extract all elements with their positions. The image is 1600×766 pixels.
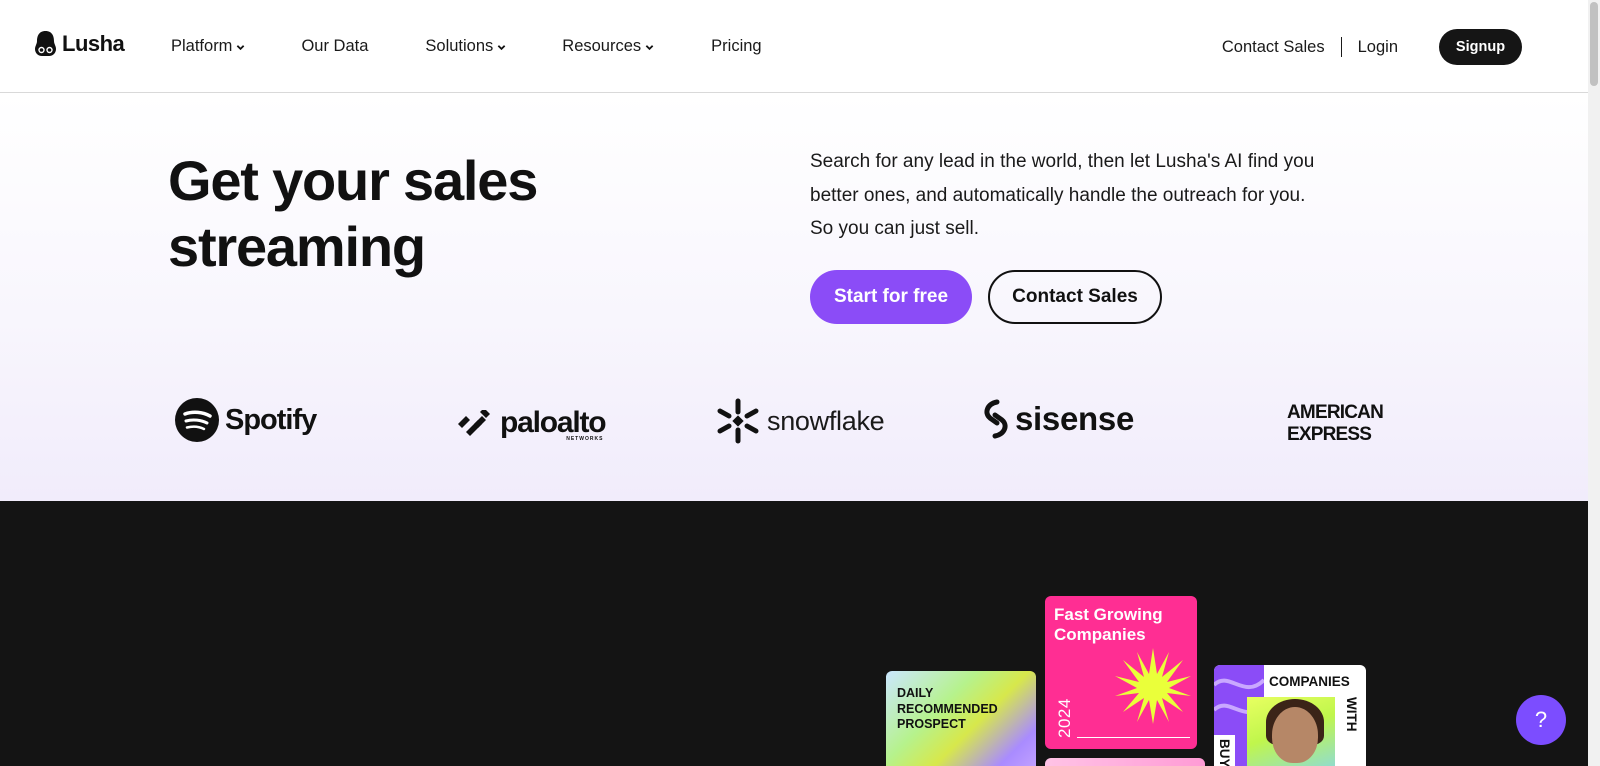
lusha-logo-icon <box>35 31 56 56</box>
chevron-down-icon <box>645 45 654 51</box>
nav-item-label: Solutions <box>425 37 494 55</box>
nav-item-label: Pricing <box>711 37 762 55</box>
spotify-logo: Spotify <box>175 398 317 442</box>
page-scrollbar[interactable] <box>1588 0 1600 766</box>
american-express-logo: AMERICAN EXPRESS <box>1287 402 1384 446</box>
person-face <box>1272 707 1318 763</box>
starburst-icon <box>1115 648 1191 724</box>
logo-text: Lusha <box>62 31 125 56</box>
header-actions: Contact Sales Login Signup <box>1222 29 1522 65</box>
contact-sales-link[interactable]: Contact Sales <box>1222 38 1325 57</box>
contact-sales-button[interactable]: Contact Sales <box>988 270 1162 324</box>
fast-growing-year: 2024 <box>1055 698 1074 738</box>
buying-card-top-label: COMPANIES <box>1269 674 1350 689</box>
amex-line2: EXPRESS <box>1287 424 1372 445</box>
spotify-wordmark: Spotify <box>225 403 317 436</box>
snowflake-logo: snowflake <box>715 398 885 444</box>
hero-description: Search for any lead in the world, then l… <box>810 151 1315 239</box>
nav-item-label: Resources <box>562 37 642 55</box>
fast-growing-label: Fast Growing Companies <box>1054 605 1163 644</box>
paloalto-wordmark: paloalto NETWORKS <box>500 406 607 442</box>
pink-card <box>1045 758 1205 766</box>
buying-companies-card: COMPANIES WITH BUYI <box>1214 665 1366 766</box>
nav-item-solutions[interactable]: Solutions <box>425 37 506 56</box>
help-button[interactable]: ? <box>1516 695 1566 745</box>
paloalto-logo: paloalto NETWORKS <box>456 406 607 442</box>
nav-item-pricing[interactable]: Pricing <box>711 37 761 56</box>
chevron-down-icon <box>237 45 245 51</box>
hero-title: Get your sales streaming <box>168 149 538 278</box>
hero-section: Get your sales streaming Search for any … <box>0 94 1588 501</box>
start-for-free-button[interactable]: Start for free <box>810 270 972 324</box>
features-section: DAILY RECOMMENDED PROSPECT Fast Growing … <box>0 501 1588 766</box>
card-divider <box>1077 737 1190 738</box>
fast-growing-card: Fast Growing Companies 2024 <box>1045 596 1197 749</box>
paloalto-icon <box>458 410 490 436</box>
nav-item-platform[interactable]: Platform <box>171 37 245 56</box>
buying-card-left-label: BUYI <box>1214 735 1235 766</box>
sisense-logo: sisense <box>981 399 1134 439</box>
amex-line1: AMERICAN <box>1287 402 1384 423</box>
paloalto-text: paloalto <box>500 406 607 439</box>
paloalto-subtext: NETWORKS <box>566 436 604 442</box>
nav-item-label: Platform <box>171 37 233 55</box>
sisense-icon <box>984 399 1008 439</box>
sisense-wordmark: sisense <box>1015 400 1134 437</box>
nav-item-label: Our Data <box>301 37 369 55</box>
signup-button[interactable]: Signup <box>1439 29 1522 65</box>
buying-card-right-label: WITH <box>1344 697 1359 732</box>
daily-prospect-label: DAILY RECOMMENDED PROSPECT <box>897 686 998 731</box>
lusha-logo[interactable]: Lusha <box>34 30 125 58</box>
customer-logos: Spotify paloalto NETWORKS snowflake sise… <box>0 394 1588 454</box>
nav-item-resources[interactable]: Resources <box>562 37 654 56</box>
main-nav: Platform Our Data Solutions Resources Pr… <box>171 37 762 56</box>
snowflake-icon <box>717 398 759 444</box>
daily-prospect-card: DAILY RECOMMENDED PROSPECT <box>886 671 1036 766</box>
scrollbar-thumb[interactable] <box>1590 2 1598 86</box>
snowflake-wordmark: snowflake <box>767 405 885 436</box>
login-link[interactable]: Login <box>1358 38 1398 57</box>
spotify-icon <box>175 398 219 442</box>
nav-item-our-data[interactable]: Our Data <box>301 37 368 56</box>
site-header: Lusha Platform Our Data Solutions Resour… <box>0 0 1588 93</box>
header-divider <box>1340 37 1342 57</box>
chevron-down-icon <box>497 45 506 51</box>
